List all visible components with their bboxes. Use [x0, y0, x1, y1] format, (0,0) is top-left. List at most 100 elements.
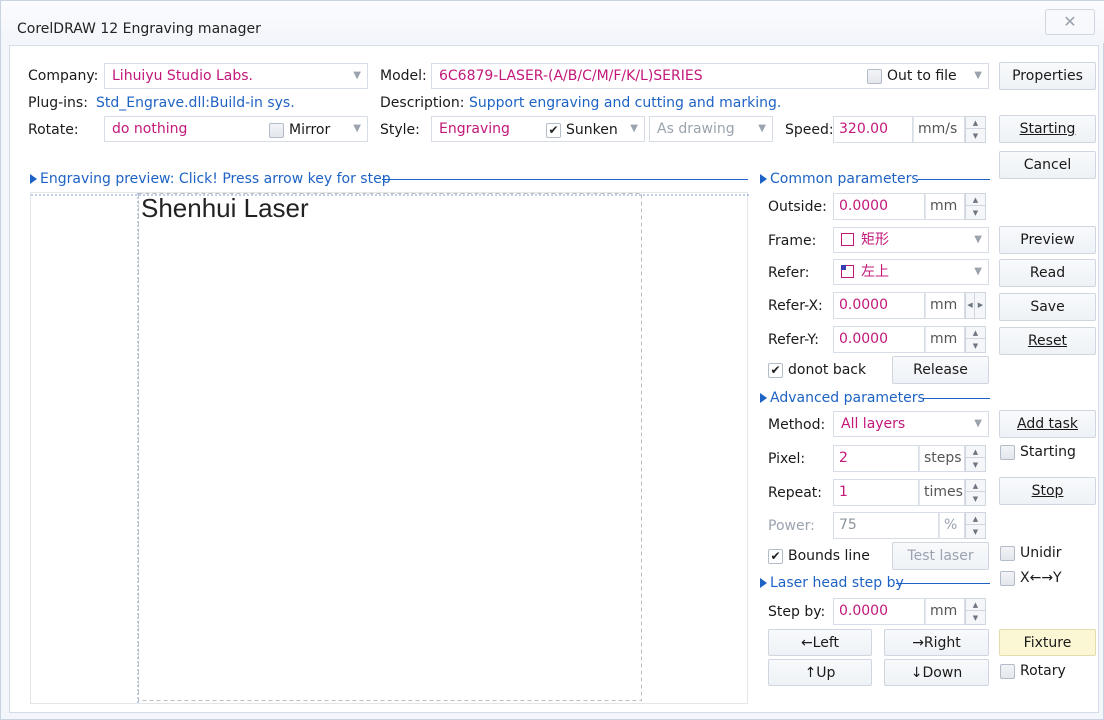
- sunken-checkbox[interactable]: ✔ Sunken: [546, 120, 618, 140]
- release-button[interactable]: Release: [892, 356, 989, 384]
- step-by-input[interactable]: 0.0000: [833, 598, 925, 625]
- outside-spinner[interactable]: ▲ ▼: [965, 193, 986, 220]
- title-bar[interactable]: CorelDRAW 12 Engraving manager ✕: [1, 1, 1104, 43]
- starting-checkbox[interactable]: Starting: [1000, 442, 1076, 462]
- refer-x-unit: mm: [925, 292, 965, 319]
- engraving-preview-area[interactable]: Shenhui Laser: [30, 192, 749, 705]
- reset-label: Reset: [1027, 333, 1068, 349]
- add-task-button[interactable]: Add task: [999, 410, 1096, 438]
- advanced-parameters-header: Advanced parameters: [760, 389, 925, 407]
- bounds-line-checkbox[interactable]: ✔ Bounds line: [768, 546, 870, 566]
- speed-unit: mm/s: [913, 116, 965, 143]
- donot-back-checkbox[interactable]: ✔ donot back: [768, 360, 866, 380]
- speed-input[interactable]: 320.00: [833, 116, 913, 143]
- method-select[interactable]: All layers ▼: [833, 411, 989, 437]
- common-parameters-header: Common parameters: [760, 170, 919, 188]
- preview-button[interactable]: Preview: [999, 226, 1096, 254]
- preview-header-rule: [382, 179, 748, 180]
- company-label: Company:: [28, 68, 99, 84]
- pixel-spinner[interactable]: ▲ ▼: [965, 445, 986, 472]
- triangle-right-icon: [30, 174, 37, 184]
- refer-x-input[interactable]: 0.0000: [833, 292, 925, 319]
- mirror-checkbox[interactable]: Mirror: [269, 120, 330, 140]
- refer-y-unit: mm: [925, 326, 965, 353]
- as-drawing-select[interactable]: As drawing ▼: [649, 116, 773, 142]
- spin-up-icon[interactable]: ▲: [966, 446, 985, 458]
- fixture-button[interactable]: Fixture: [999, 629, 1096, 656]
- outside-input[interactable]: 0.0000: [833, 193, 925, 220]
- spin-down-icon[interactable]: ▼: [966, 340, 985, 352]
- checkbox-box: [1000, 664, 1015, 679]
- unidir-checkbox[interactable]: Unidir: [1000, 543, 1062, 563]
- frame-select[interactable]: 矩形 ▼: [833, 227, 989, 253]
- unidir-label: Unidir: [1020, 545, 1062, 561]
- company-select[interactable]: Lihuiyu Studio Labs. ▼: [104, 63, 368, 89]
- dialog-client-area: Company: Lihuiyu Studio Labs. ▼ Model: 6C…: [9, 45, 1099, 713]
- refer-select[interactable]: 左上 ▼: [833, 259, 989, 285]
- power-unit: %: [939, 512, 965, 539]
- step-by-spinner[interactable]: ▲ ▼: [965, 598, 986, 625]
- spin-down-icon[interactable]: ▼: [966, 526, 985, 538]
- pixel-input[interactable]: 2: [833, 445, 919, 472]
- test-laser-button[interactable]: Test laser: [892, 542, 989, 570]
- spin-up-icon[interactable]: ▲: [966, 117, 985, 129]
- stop-button[interactable]: Stop: [999, 477, 1096, 505]
- refer-x-spinner[interactable]: ◀ ▶: [965, 292, 986, 319]
- repeat-spinner[interactable]: ▲ ▼: [965, 479, 986, 506]
- spin-up-icon[interactable]: ▲: [966, 599, 985, 611]
- power-spinner[interactable]: ▲ ▼: [965, 512, 986, 539]
- out-to-file-checkbox[interactable]: Out to file: [867, 66, 957, 86]
- style-label: Style:: [380, 122, 420, 138]
- bounds-line-label: Bounds line: [788, 548, 870, 564]
- plugins-value: Std_Engrave.dll:Build-in sys.: [96, 95, 295, 111]
- save-label: Save: [1030, 299, 1065, 315]
- spin-up-icon[interactable]: ▲: [966, 194, 985, 206]
- refer-label: Refer:: [768, 265, 810, 281]
- read-button[interactable]: Read: [999, 259, 1096, 287]
- close-icon: ✕: [1063, 12, 1077, 31]
- chevron-down-icon: ▼: [974, 234, 982, 245]
- out-to-file-label: Out to file: [887, 68, 957, 84]
- step-by-unit: mm: [925, 598, 965, 625]
- checkmark-icon: ✔: [768, 363, 783, 378]
- chevron-down-icon: ▼: [353, 123, 361, 134]
- repeat-input[interactable]: 1: [833, 479, 919, 506]
- refer-y-label: Refer-Y:: [768, 332, 819, 348]
- checkmark-icon: ✔: [768, 549, 783, 564]
- properties-button[interactable]: Properties: [999, 62, 1096, 90]
- spin-up-icon[interactable]: ▲: [966, 327, 985, 339]
- triangle-right-icon: [760, 393, 767, 403]
- spin-down-icon[interactable]: ▼: [966, 612, 985, 624]
- spin-down-icon[interactable]: ▼: [966, 493, 985, 505]
- laser-step-header-rule: [896, 583, 990, 584]
- power-input[interactable]: 75: [833, 512, 939, 539]
- save-button[interactable]: Save: [999, 293, 1096, 321]
- reset-button[interactable]: Reset: [999, 327, 1096, 355]
- refer-y-input[interactable]: 0.0000: [833, 326, 925, 353]
- speed-spinner[interactable]: ▲ ▼: [965, 116, 986, 143]
- step-down-button[interactable]: ↓Down: [884, 659, 989, 686]
- laser-step-header-text: Laser head step by: [770, 575, 904, 591]
- spin-down-icon[interactable]: ▼: [966, 130, 985, 142]
- xy-swap-checkbox[interactable]: X←→Y: [1000, 568, 1062, 588]
- starting-button[interactable]: Starting: [999, 115, 1096, 143]
- step-right-button[interactable]: →Right: [884, 629, 989, 656]
- refer-y-spinner[interactable]: ▲ ▼: [965, 326, 986, 353]
- properties-label: Properties: [1012, 68, 1083, 84]
- spin-left-icon[interactable]: ◀: [966, 293, 975, 318]
- rotary-checkbox[interactable]: Rotary: [1000, 661, 1066, 681]
- step-up-button[interactable]: ↑Up: [768, 659, 872, 686]
- checkbox-box: [867, 69, 882, 84]
- xy-swap-label: X←→Y: [1020, 570, 1062, 586]
- outside-unit: mm: [925, 193, 965, 220]
- spin-up-icon[interactable]: ▲: [966, 513, 985, 525]
- spin-down-icon[interactable]: ▼: [966, 459, 985, 471]
- close-button[interactable]: ✕: [1045, 9, 1095, 35]
- common-header-text: Common parameters: [770, 171, 919, 187]
- spin-down-icon[interactable]: ▼: [966, 207, 985, 219]
- step-left-button[interactable]: ←Left: [768, 629, 872, 656]
- spin-up-icon[interactable]: ▲: [966, 480, 985, 492]
- spin-right-icon[interactable]: ▶: [976, 293, 985, 318]
- style-value: Engraving: [439, 121, 510, 137]
- cancel-button[interactable]: Cancel: [999, 151, 1096, 179]
